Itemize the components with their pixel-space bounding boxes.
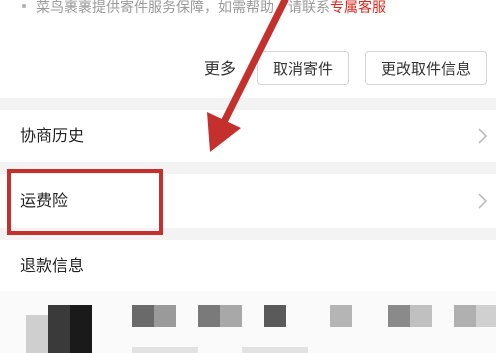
chevron-right-icon — [478, 128, 488, 144]
row-label: 协商历史 — [20, 126, 85, 145]
row-label: 退款信息 — [20, 256, 85, 275]
blurred-block — [220, 305, 242, 327]
blurred-block — [132, 347, 198, 353]
blurred-block — [198, 305, 220, 327]
blurred-block — [388, 305, 410, 327]
section-divider — [0, 98, 496, 110]
order-detail-screen: 菜鸟裹裹提供寄件服务保障，如需帮助，请联系专属客服 更多 取消寄件 更改取件信息… — [0, 0, 496, 353]
blurred-block — [264, 305, 286, 327]
customer-service-link[interactable]: 专属客服 — [330, 0, 386, 16]
blurred-block — [70, 305, 92, 353]
bullet-icon — [22, 4, 26, 8]
blurred-block — [410, 305, 432, 327]
refund-info-row[interactable]: 退款信息 — [0, 240, 496, 291]
pixelated-content — [0, 291, 496, 353]
action-bar: 更多 取消寄件 更改取件信息 — [0, 51, 496, 89]
service-notice: 菜鸟裹裹提供寄件服务保障，如需帮助，请联系专属客服 — [22, 0, 386, 20]
blurred-block — [242, 347, 308, 353]
more-button[interactable]: 更多 — [198, 55, 242, 83]
blurred-block — [454, 305, 476, 327]
change-pickup-info-button[interactable]: 更改取件信息 — [365, 51, 487, 85]
chevron-right-icon — [478, 193, 488, 209]
blurred-block — [330, 305, 352, 327]
row-label: 运费险 — [20, 191, 69, 210]
section-divider — [0, 228, 496, 240]
notice-text: 菜鸟裹裹提供寄件服务保障，如需帮助，请联系 — [36, 0, 330, 16]
negotiation-history-row[interactable]: 协商历史 — [0, 110, 496, 162]
blurred-block — [48, 305, 70, 353]
blurred-block — [154, 305, 176, 327]
shipping-insurance-row[interactable]: 运费险 — [0, 174, 496, 228]
section-divider — [0, 162, 496, 174]
blurred-block — [476, 305, 496, 327]
blurred-block — [132, 305, 154, 327]
cancel-shipment-button[interactable]: 取消寄件 — [257, 51, 349, 85]
